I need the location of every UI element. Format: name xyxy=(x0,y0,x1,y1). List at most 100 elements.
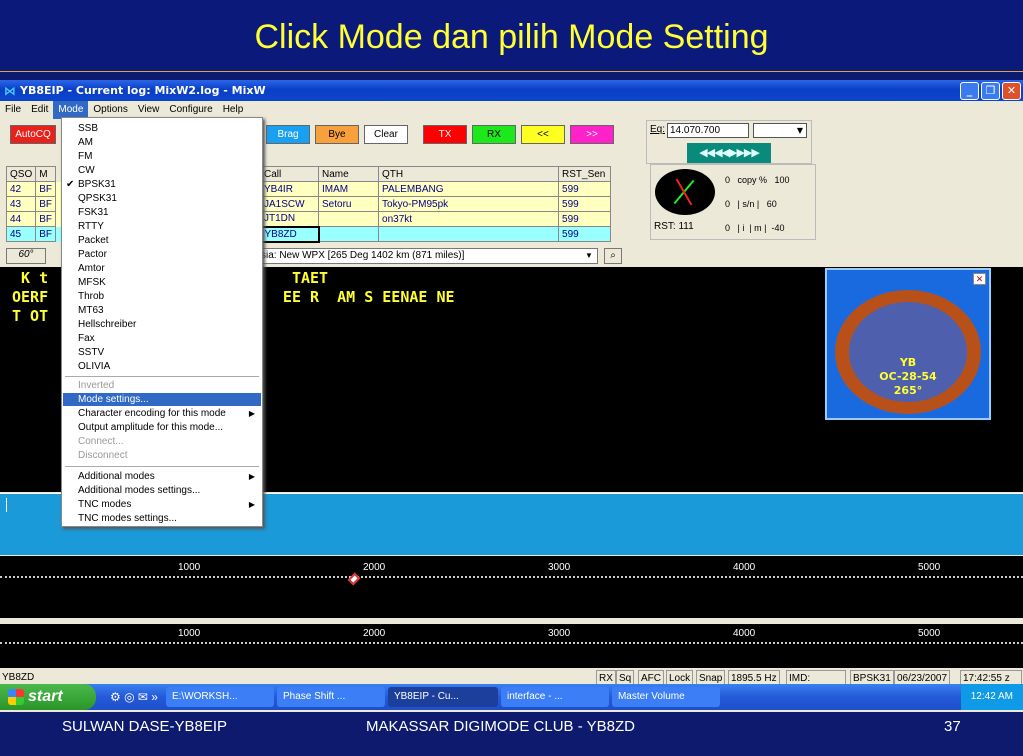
menu-item-inverted[interactable]: Inverted xyxy=(63,379,261,392)
status-date: 06/23/2007 xyxy=(894,670,951,685)
tune-arrows[interactable]: ◀◀◀◀▶▶▶▶ xyxy=(687,143,771,163)
status-snap[interactable]: Snap xyxy=(696,670,726,685)
menu-item-hellschreiber[interactable]: Hellschreiber xyxy=(63,318,261,331)
rx-line: T OT xyxy=(12,307,49,325)
brag-button[interactable]: Brag xyxy=(266,125,310,144)
menu-item-fsk31[interactable]: FSK31 xyxy=(63,206,261,219)
menu-item-disconnect[interactable]: Disconnect xyxy=(63,449,261,462)
col-mode[interactable]: M xyxy=(35,166,57,182)
back-button[interactable]: << xyxy=(521,125,565,144)
quicklaunch-icons[interactable]: ⚙ ◎ ✉ » xyxy=(110,690,158,704)
menu-separator xyxy=(65,376,259,377)
menu-item-tnc-modes[interactable]: TNC modes ▶ xyxy=(63,498,261,511)
submenu-arrow-icon: ▶ xyxy=(248,500,255,509)
window-titlebar[interactable]: ⋈ YB8EIP - Current log: MixW2.log - MixW… xyxy=(0,80,1023,101)
menu-item-label: BPSK31 xyxy=(78,179,116,190)
tx-button[interactable]: TX xyxy=(423,125,467,144)
slide-title: Click Mode dan pilih Mode Setting xyxy=(0,0,1023,72)
waterfall-upper[interactable]: 1000 2000 3000 4000 5000 xyxy=(0,556,1023,618)
menu-item-bpsk31[interactable]: ✔ BPSK31 xyxy=(63,178,261,191)
menu-item-mfsk[interactable]: MFSK xyxy=(63,276,261,289)
lookup-button[interactable]: 60° xyxy=(6,248,46,264)
status-mode[interactable]: BPSK31 xyxy=(850,670,894,685)
menu-edit[interactable]: Edit xyxy=(26,101,53,119)
waterfall-lower[interactable]: 1000 2000 3000 4000 5000 xyxy=(0,624,1023,668)
tray-clock[interactable]: 12:42 AM xyxy=(971,691,1013,702)
cell: 42 xyxy=(5,181,37,197)
chevron-down-icon[interactable]: ▼ xyxy=(582,249,596,263)
menu-item-packet[interactable]: Packet xyxy=(63,234,261,247)
task-mixw[interactable]: YB8EIP - Cu... xyxy=(387,687,498,707)
menu-item-tnc-modes-settings[interactable]: TNC modes settings... xyxy=(63,512,261,525)
status-rx[interactable]: RX xyxy=(596,670,616,685)
status-afc[interactable]: AFC xyxy=(638,670,664,685)
windows-logo-icon xyxy=(8,689,24,705)
autocq-button[interactable]: AutoCQ xyxy=(10,125,56,144)
cell[interactable] xyxy=(318,226,380,242)
start-button[interactable]: start xyxy=(0,684,96,710)
tick-label: 1000 xyxy=(178,562,201,573)
menu-item-amtor[interactable]: Amtor xyxy=(63,262,261,275)
col-qth[interactable]: QTH xyxy=(378,166,560,182)
task-explorer[interactable]: E:\WORKSH... xyxy=(165,687,274,707)
menu-file[interactable]: File xyxy=(0,101,26,119)
task-powerpoint[interactable]: Phase Shift ... xyxy=(276,687,385,707)
status-time: 17:42:55 z xyxy=(960,670,1022,685)
close-icon[interactable]: ✕ xyxy=(973,273,986,285)
menu-item-additional-modes[interactable]: Additional modes ▶ xyxy=(63,470,261,483)
menu-item-mt63[interactable]: MT63 xyxy=(63,304,261,317)
cell[interactable]: YB8ZD xyxy=(259,225,320,243)
menu-item-olivia[interactable]: OLIVIA xyxy=(63,360,261,373)
rx-button[interactable]: RX xyxy=(472,125,516,144)
task-master-volume[interactable]: Master Volume xyxy=(611,687,720,707)
frequency-label: Eq: xyxy=(650,124,666,135)
cell: 44 xyxy=(5,211,37,227)
band-select[interactable]: ▼ xyxy=(753,123,807,138)
menu-item-output-amplitude[interactable]: Output amplitude for this mode... xyxy=(63,421,261,434)
menu-item-rtty[interactable]: RTTY xyxy=(63,220,261,233)
forward-button[interactable]: >> xyxy=(570,125,614,144)
menu-item-fm[interactable]: FM xyxy=(63,150,261,163)
status-sq[interactable]: Sq xyxy=(616,670,635,685)
clear-button[interactable]: Clear xyxy=(364,125,408,144)
tick-label: 4000 xyxy=(733,628,756,639)
task-interface[interactable]: interface - ... xyxy=(500,687,609,707)
sn-meter-label: 0 | s/n | 60 xyxy=(725,199,777,209)
cell: 599 xyxy=(558,196,612,212)
menu-item-ssb[interactable]: SSB xyxy=(63,122,261,135)
frequency-input[interactable]: 14.070.700 xyxy=(667,123,749,138)
rx-frequency-marker[interactable] xyxy=(347,572,361,586)
menu-item-cw[interactable]: CW xyxy=(63,164,261,177)
search-icon[interactable]: ⌕ xyxy=(604,248,622,264)
minimize-button[interactable]: _ xyxy=(960,81,979,100)
menu-item-mode-settings[interactable]: Mode settings... xyxy=(63,393,261,406)
footer-author: SULWAN DASE-YB8EIP xyxy=(62,718,228,735)
menu-item-additional-modes-settings[interactable]: Additional modes settings... xyxy=(63,484,261,497)
menu-item-sstv[interactable]: SSTV xyxy=(63,346,261,359)
prefix-info-field[interactable]: sia: New WPX [265 Deg 1402 km (871 miles… xyxy=(258,248,598,264)
menu-item-throb[interactable]: Throb xyxy=(63,290,261,303)
menu-item-fax[interactable]: Fax xyxy=(63,332,261,345)
menu-item-pactor[interactable]: Pactor xyxy=(63,248,261,261)
menu-item-qpsk31[interactable]: QPSK31 xyxy=(63,192,261,205)
restore-button[interactable]: ❐ xyxy=(981,81,1000,100)
menu-separator xyxy=(65,466,259,467)
menu-item-connect[interactable]: Connect... xyxy=(63,435,261,448)
col-name[interactable]: Name xyxy=(318,166,380,182)
col-qso[interactable]: QSO xyxy=(5,166,37,182)
cell: JA1SCW xyxy=(260,196,320,212)
cell[interactable]: 599 xyxy=(558,226,612,242)
menu-item-am[interactable]: AM xyxy=(63,136,261,149)
cell[interactable] xyxy=(378,226,560,242)
close-button[interactable]: ✕ xyxy=(1002,81,1021,100)
col-call[interactable]: Call xyxy=(260,166,320,182)
status-frequency: 1895.5 Hz xyxy=(728,670,780,685)
map-window[interactable]: ✕ YB OC-28-54 265° xyxy=(825,268,991,420)
tick-label: 4000 xyxy=(733,562,756,573)
menu-item-label: Character encoding for this mode xyxy=(78,408,226,419)
col-rst[interactable]: RST_Sen xyxy=(558,166,612,182)
status-lock[interactable]: Lock xyxy=(666,670,694,685)
menu-item-character-encoding[interactable]: Character encoding for this mode ▶ xyxy=(63,407,261,420)
rst-readout: RST: 111 xyxy=(654,221,694,232)
bye-button[interactable]: Bye xyxy=(315,125,359,144)
